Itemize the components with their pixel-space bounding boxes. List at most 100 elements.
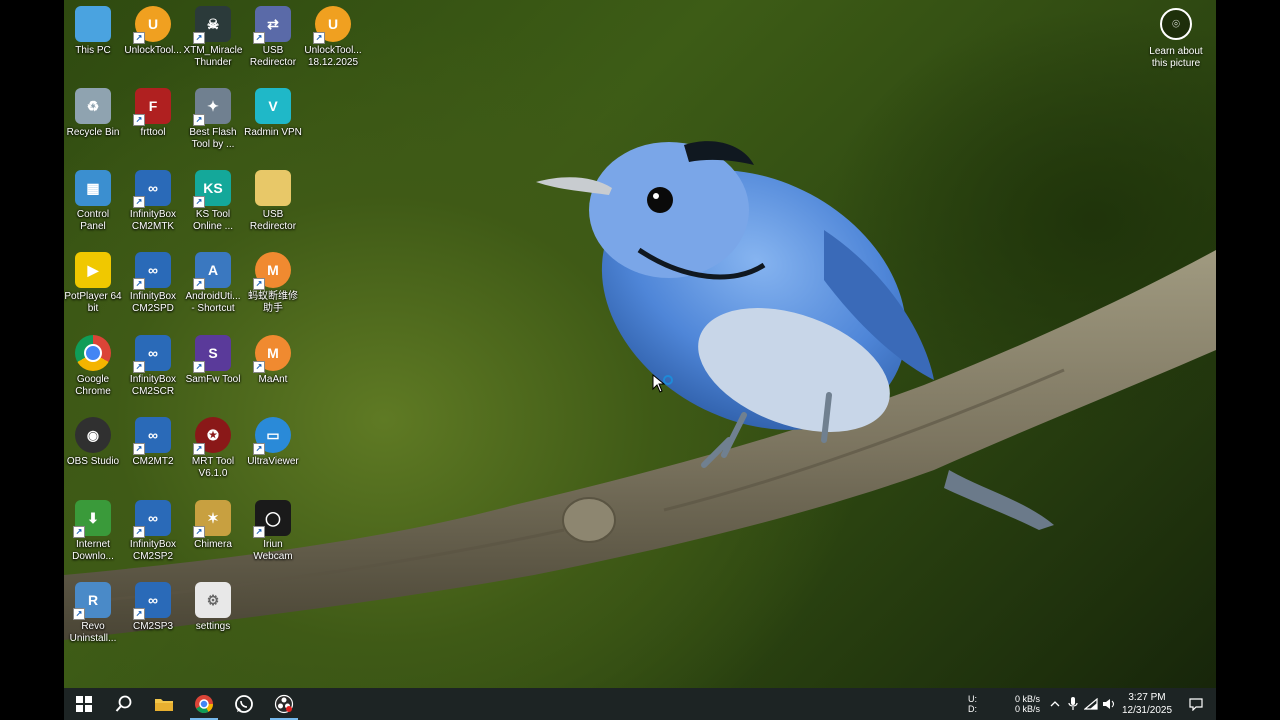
icon-androidutil[interactable]: A ↗ AndroidUti... - Shortcut [183,252,243,315]
icon-cm2mt2[interactable]: ∞ ↗ CM2MT2 [123,417,183,468]
desktop-icon-label: MaAnt [258,374,288,385]
icon-chimera[interactable]: ✶ ↗ Chimera [183,500,243,551]
search-button[interactable] [104,688,144,720]
desktop-icon-label: CM2SP3 [132,621,173,632]
upload-speed: 0 kB/s [1014,694,1040,704]
download-label: D: [968,704,977,714]
taskbar-obs[interactable] [264,688,304,720]
desktop-icon-label: AndroidUti... - Shortcut [185,291,241,314]
computer-icon [75,6,111,42]
icon-revo-uninstaller[interactable]: R ↗ Revo Uninstall... [64,582,123,645]
taskbar-file-explorer[interactable] [144,688,184,720]
icon-infinitybox-cm2scr[interactable]: ∞ ↗ InfinityBox CM2SCR [123,335,183,398]
icon-infinitybox-cm2mtk[interactable]: ∞ ↗ InfinityBox CM2MTK [123,170,183,233]
shortcut-arrow-icon: ↗ [193,32,205,44]
taskbar: U: D: 0 kB/s 0 kB/s 3:27 PM 12/31/2025 [64,688,1216,720]
icon-infinitybox-cm2sp2[interactable]: ∞ ↗ InfinityBox CM2SP2 [123,500,183,563]
shortcut-arrow-icon: ↗ [133,114,145,126]
action-center-button[interactable] [1176,688,1216,720]
shortcut-arrow-icon: ↗ [133,526,145,538]
maant-icon: M ↗ [253,252,291,290]
icon-iriun-webcam[interactable]: ◯ ↗ Iriun Webcam [243,500,303,563]
mrt-icon: ✪ ↗ [193,417,231,455]
folder-icon [255,170,291,206]
icon-potplayer[interactable]: ▶ PotPlayer 64 bit [64,252,123,315]
taskbar-chrome[interactable] [184,688,224,720]
icon-xtm-miracle[interactable]: ☠ ↗ XTM_Miracle Thunder [183,6,243,69]
shortcut-arrow-icon: ↗ [133,443,145,455]
icon-recycle-bin[interactable]: ♻ Recycle Bin [64,88,123,139]
android-icon: A ↗ [193,252,231,290]
maant-icon: M ↗ [253,335,291,373]
infinity-icon: ∞ ↗ [133,417,171,455]
system-tray: U: D: 0 kB/s 0 kB/s 3:27 PM 12/31/2025 [968,688,1216,720]
radmin-vpn-icon: V [255,88,291,124]
ks-tool-icon: KS ↗ [193,170,231,208]
shortcut-arrow-icon: ↗ [73,608,85,620]
icon-maant[interactable]: M ↗ MaAnt [243,335,303,386]
desktop-icon-label: Chimera [194,539,232,550]
desktop-icon-label: InfinityBox CM2SPD [129,291,177,314]
shortcut-arrow-icon: ↗ [253,361,265,373]
icon-mayi-helper[interactable]: M ↗ 蚂蚁断维修 助手 [243,252,303,315]
icon-cm2sp3[interactable]: ∞ ↗ CM2SP3 [123,582,183,633]
search-icon [115,695,132,712]
infinity-icon: ∞ ↗ [133,500,171,538]
shortcut-arrow-icon: ↗ [193,196,205,208]
icon-google-chrome[interactable]: Google Chrome [64,335,123,398]
icon-unlocktool-1[interactable]: U ↗ UnlockTool... [123,6,183,57]
icon-frttool[interactable]: F ↗ frttool [123,88,183,139]
icon-obs-studio[interactable]: ◉ OBS Studio [64,417,123,468]
notification-icon [1189,697,1203,711]
icon-usb-redirector-2[interactable]: USB Redirector [243,170,303,233]
unlocktool-icon: U ↗ [133,6,171,44]
icon-usb-redirector-1[interactable]: ⇄ ↗ USB Redirector [243,6,303,69]
infinity-icon: ∞ ↗ [133,170,171,208]
icon-mrt-tool[interactable]: ✪ ↗ MRT Tool V6.1.0 [183,417,243,480]
whatsapp-icon [235,695,253,713]
network-icon: ⇄ ↗ [253,6,291,44]
taskbar-whatsapp[interactable] [224,688,264,720]
icon-samfw-tool[interactable]: S ↗ SamFw Tool [183,335,243,386]
shortcut-arrow-icon: ↗ [133,32,145,44]
idm-icon: ⬇ ↗ [73,500,111,538]
desktop-icon-label: UnlockTool... [124,45,182,56]
icon-infinitybox-cm2spd[interactable]: ∞ ↗ InfinityBox CM2SPD [123,252,183,315]
icon-ultraviewer[interactable]: ▭ ↗ UltraViewer [243,417,303,468]
network-icon[interactable] [1082,688,1100,720]
clock[interactable]: 3:27 PM 12/31/2025 [1118,691,1176,717]
show-hidden-icons-chevron-icon[interactable] [1046,688,1064,720]
learn-about-picture[interactable]: ⌾ Learn about this picture [1142,8,1210,70]
revo-icon: R ↗ [73,582,111,620]
icon-radmin-vpn[interactable]: V Radmin VPN [243,88,303,139]
desktop-icon-label: UltraViewer [247,456,299,467]
icon-internet-download[interactable]: ⬇ ↗ Internet Downlo... [64,500,123,563]
icon-settings[interactable]: ⚙ settings [183,582,243,633]
icon-ks-tool[interactable]: KS ↗ KS Tool Online ... [183,170,243,233]
settings-file-icon: ⚙ [195,582,231,618]
desktop-icon-label: USB Redirector [249,209,297,232]
chrome-icon [195,695,213,714]
icon-control-panel[interactable]: ▦ Control Panel [64,170,123,233]
desktop-icon-label: Iriun Webcam [253,539,293,562]
chimera-icon: ✶ ↗ [193,500,231,538]
shortcut-arrow-icon: ↗ [253,32,265,44]
potplayer-icon: ▶ [75,252,111,288]
icon-best-flash-tool[interactable]: ✦ ↗ Best Flash Tool by ... [183,88,243,151]
microphone-icon[interactable] [1064,688,1082,720]
unlocktool-icon: U ↗ [313,6,351,44]
infinity-icon: ∞ ↗ [133,582,171,620]
download-speed: 0 kB/s [1014,704,1040,714]
desktop-icon-label: KS Tool Online ... [192,209,234,232]
desktop-icon-label: settings [195,621,231,632]
shortcut-arrow-icon: ↗ [193,114,205,126]
shortcut-arrow-icon: ↗ [193,361,205,373]
learn-about-label: Learn about this picture [1149,46,1203,69]
volume-icon[interactable] [1100,688,1118,720]
busy-cursor-icon [652,374,673,393]
icon-unlocktool-2[interactable]: U ↗ UnlockTool... 18.12.2025 [303,6,363,69]
icon-this-pc[interactable]: This PC [64,6,123,57]
control-panel-icon: ▦ [75,170,111,206]
shortcut-arrow-icon: ↗ [253,278,265,290]
start-button[interactable] [64,688,104,720]
